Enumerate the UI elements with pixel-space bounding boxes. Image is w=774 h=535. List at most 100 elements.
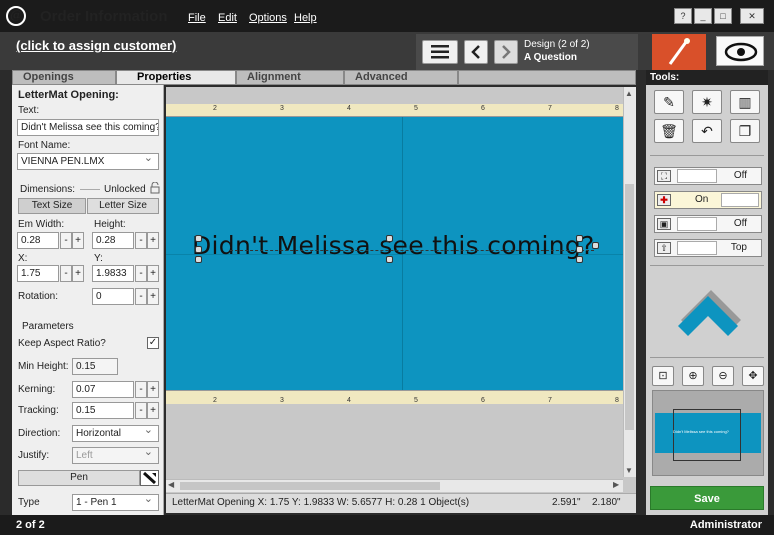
- justify-select[interactable]: Left: [72, 447, 159, 464]
- toggle-value: Off: [733, 218, 747, 229]
- kerning-increment[interactable]: +: [147, 381, 159, 398]
- x-increment[interactable]: +: [72, 265, 84, 282]
- kerning-decrement[interactable]: -: [135, 381, 147, 398]
- resize-handle[interactable]: [576, 256, 583, 263]
- em-width-input[interactable]: 0.28: [17, 232, 59, 249]
- rotation-increment[interactable]: +: [147, 288, 159, 305]
- previous-design-button[interactable]: [464, 40, 488, 64]
- x-decrement[interactable]: -: [60, 265, 72, 282]
- toggle-track: [677, 241, 717, 255]
- tab-openings[interactable]: Openings: [12, 70, 116, 85]
- bevel-tool-button[interactable]: ✎: [654, 90, 684, 114]
- height-input[interactable]: 0.28: [92, 232, 134, 249]
- ruler-label: 6: [481, 397, 485, 404]
- help-button[interactable]: ?: [674, 8, 692, 24]
- x-input[interactable]: 1.75: [17, 265, 59, 282]
- tab-alignment[interactable]: Alignment: [236, 70, 344, 85]
- window-title: Order Information: [40, 8, 168, 25]
- text-input[interactable]: Didn't Melissa see this coming?: [17, 119, 159, 136]
- text-label: Text:: [18, 105, 40, 116]
- rotate-handle[interactable]: [592, 242, 599, 249]
- resize-handle[interactable]: [195, 256, 202, 263]
- ruler-label: 4: [347, 397, 351, 404]
- measure-tool-button[interactable]: ▥: [730, 90, 760, 114]
- resize-handle[interactable]: [386, 235, 393, 242]
- tracking-decrement[interactable]: -: [135, 402, 147, 419]
- zoom-in-button[interactable]: ⊕: [682, 366, 704, 386]
- unlock-icon[interactable]: [150, 181, 160, 197]
- crosshair-toggle[interactable]: ✚ On: [654, 191, 762, 209]
- zoom-fit-button[interactable]: ⊡: [652, 366, 674, 386]
- direction-select[interactable]: Horizontal: [72, 425, 159, 442]
- design-text-object[interactable]: Didn't Melissa see this coming?: [192, 231, 595, 260]
- zoom-fit-icon: ⊡: [658, 370, 668, 382]
- pen-button[interactable]: Pen: [18, 470, 140, 486]
- pen-tool-icon[interactable]: [140, 470, 159, 486]
- close-button[interactable]: ✕: [740, 8, 764, 24]
- scroll-down-icon[interactable]: ▼: [625, 466, 633, 475]
- delete-button[interactable]: 🗑: [654, 119, 684, 143]
- undo-button[interactable]: ↶: [692, 119, 722, 143]
- tracking-increment[interactable]: +: [147, 402, 159, 419]
- duplicate-button[interactable]: ❐: [730, 119, 760, 143]
- vertical-scroll-thumb[interactable]: [625, 184, 634, 430]
- shape-tool-button[interactable]: ✷: [692, 90, 722, 114]
- position-toggle[interactable]: ⇧ Top: [654, 239, 762, 257]
- y-increment[interactable]: +: [147, 265, 159, 282]
- resize-handle[interactable]: [576, 246, 583, 253]
- scroll-left-icon[interactable]: ◀: [168, 480, 174, 489]
- text-size-button[interactable]: Text Size: [18, 198, 86, 214]
- tracking-input[interactable]: 0.15: [72, 402, 134, 419]
- corners-icon: ⛶: [657, 170, 671, 182]
- height-increment[interactable]: +: [147, 232, 159, 249]
- arrow-up-icon: ⇧: [657, 242, 671, 254]
- em-width-increment[interactable]: +: [72, 232, 84, 249]
- menu-file[interactable]: File: [188, 12, 206, 24]
- corner-toggle[interactable]: ⛶ Off: [654, 167, 762, 185]
- zoom-out-button[interactable]: ⊖: [712, 366, 734, 386]
- scroll-right-icon[interactable]: ▶: [613, 480, 619, 489]
- menu-edit[interactable]: Edit: [218, 12, 237, 24]
- resize-handle[interactable]: [576, 235, 583, 242]
- maximize-button[interactable]: □: [714, 8, 732, 24]
- height-decrement[interactable]: -: [135, 232, 147, 249]
- type-select[interactable]: 1 - Pen 1: [72, 494, 159, 511]
- em-width-decrement[interactable]: -: [60, 232, 72, 249]
- design-thumbnail[interactable]: Didn't Melissa see this coming?: [652, 390, 764, 476]
- menu-hamburger-button[interactable]: [422, 40, 458, 64]
- rotation-decrement[interactable]: -: [135, 288, 147, 305]
- rotation-input[interactable]: 0: [92, 288, 134, 305]
- magic-wand-icon: [668, 38, 690, 65]
- horizontal-scroll-thumb[interactable]: [180, 482, 440, 490]
- direction-value: Horizontal: [76, 428, 122, 439]
- min-height-input[interactable]: 0.15: [72, 358, 118, 375]
- x-label: X:: [18, 253, 28, 264]
- chevron-up-icon[interactable]: [676, 280, 746, 345]
- dimensions-lock-state: Unlocked: [104, 184, 146, 195]
- next-design-button[interactable]: [494, 40, 518, 64]
- tab-advanced[interactable]: Advanced: [344, 70, 458, 85]
- resize-handle[interactable]: [195, 235, 202, 242]
- y-decrement[interactable]: -: [135, 265, 147, 282]
- y-input[interactable]: 1.9833: [92, 265, 134, 282]
- tab-properties[interactable]: Properties: [116, 70, 236, 85]
- resize-handle[interactable]: [195, 246, 202, 253]
- magic-wand-button[interactable]: [652, 34, 706, 70]
- frame-toggle[interactable]: ▣ Off: [654, 215, 762, 233]
- ruler-label: 3: [280, 105, 284, 112]
- scroll-up-icon[interactable]: ▲: [625, 89, 633, 98]
- keep-aspect-label: Keep Aspect Ratio?: [18, 338, 106, 349]
- save-button[interactable]: Save: [650, 486, 764, 510]
- minimize-button[interactable]: _: [694, 8, 712, 24]
- preview-eye-button[interactable]: [716, 36, 764, 66]
- menu-help[interactable]: Help: [294, 12, 317, 24]
- kerning-input[interactable]: 0.07: [72, 381, 134, 398]
- letter-size-button[interactable]: Letter Size: [87, 198, 159, 214]
- keep-aspect-checkbox[interactable]: ✓: [147, 337, 159, 349]
- resize-handle[interactable]: [386, 256, 393, 263]
- font-name-select[interactable]: VIENNA PEN.LMX: [17, 153, 159, 170]
- pan-button[interactable]: ✥: [742, 366, 764, 386]
- menu-options[interactable]: Options: [249, 12, 287, 24]
- assign-customer-link[interactable]: (click to assign customer): [16, 38, 176, 53]
- y-label: Y:: [94, 253, 103, 264]
